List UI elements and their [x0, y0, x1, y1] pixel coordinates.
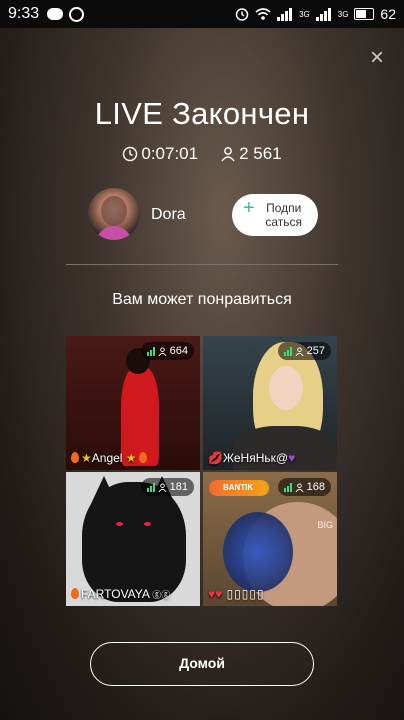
suggested-stream-card[interactable]: 664 ★Angel ★	[66, 336, 200, 470]
person-icon	[295, 482, 304, 492]
suggested-stream-card[interactable]: BANTIK BIG 168 ♥♥ ▯▯▯▯▯	[203, 472, 337, 606]
viewer-count: 181	[169, 481, 188, 493]
signal-icon	[283, 482, 292, 492]
subscribe-label: Подпи саться	[265, 201, 303, 229]
fire-icon	[138, 452, 147, 463]
signal-icon	[277, 7, 293, 21]
status-time: 9:33	[8, 5, 40, 22]
message-icon	[47, 8, 64, 20]
wifi-icon	[255, 7, 271, 20]
home-button[interactable]: Домой	[90, 642, 314, 686]
heart-icon: ♥	[288, 451, 296, 465]
battery-level: 62	[380, 6, 396, 22]
streamer-name: 💋ЖеНяНьк@♥	[208, 451, 296, 465]
heart-icon: ♥♥	[208, 587, 223, 601]
battery-icon	[354, 8, 375, 20]
host-name[interactable]: Dora	[151, 206, 186, 224]
plus-icon: +	[243, 197, 255, 219]
signal-icon	[146, 346, 155, 356]
signal-icon	[283, 346, 292, 356]
badge-icon: ⓖⓖ	[149, 590, 171, 600]
alarm-icon	[235, 8, 249, 21]
network-type-1: 3G	[299, 9, 310, 19]
streamer-name: ♥♥ ▯▯▯▯▯	[208, 587, 265, 601]
whatsapp-icon	[69, 6, 85, 22]
star-icon: ★	[122, 451, 137, 465]
suggested-stream-card[interactable]: 181 FARTOVAYA ⓖⓖ	[66, 472, 200, 606]
viewers-stat: 2 561	[220, 144, 282, 164]
viewer-count: 257	[306, 345, 325, 357]
viewer-count: 664	[169, 345, 188, 357]
network-type-2: 3G	[337, 9, 349, 19]
stream-ended-title: LIVE Закончен	[94, 96, 310, 131]
signal-icon	[146, 482, 155, 492]
subscribe-button[interactable]: + Подпи саться	[232, 194, 318, 236]
viewer-count-badge: 257	[277, 342, 331, 360]
bantik-banner: BANTIK	[209, 480, 269, 496]
close-icon[interactable]: ×	[366, 46, 388, 70]
lips-icon: 💋	[208, 451, 223, 465]
divider	[66, 264, 338, 265]
duration-value: 0:07:01	[141, 144, 199, 163]
viewer-count-badge: 664	[140, 342, 194, 360]
duration-stat: 0:07:01	[122, 144, 198, 164]
status-right: 3G 3G 62	[235, 6, 396, 22]
fire-icon	[71, 588, 79, 599]
person-icon	[158, 482, 167, 492]
viewer-count-badge: 181	[140, 478, 194, 496]
viewer-count-badge: 168	[277, 478, 331, 496]
star-icon: ★	[81, 451, 92, 465]
person-icon	[295, 346, 304, 356]
stream-stats: 0:07:01 2 561	[0, 144, 404, 164]
avatar[interactable]	[88, 188, 140, 240]
viewers-value: 2 561	[239, 144, 282, 163]
big-tag: BIG	[317, 520, 333, 530]
signal-icon-2	[315, 7, 331, 21]
suggestions-heading: Вам может понравиться	[112, 291, 292, 308]
clock-icon	[123, 146, 138, 162]
person-icon	[221, 147, 235, 162]
hidden-name-glyphs: ▯▯▯▯▯	[222, 587, 265, 601]
streamer-name: FARTOVAYA ⓖⓖ	[71, 587, 170, 601]
streamer-name: ★Angel ★	[71, 451, 149, 465]
fire-icon	[71, 452, 79, 463]
person-icon	[158, 346, 167, 356]
status-bar: 9:33 3G 3G 62	[0, 0, 404, 28]
suggested-stream-card[interactable]: 257 💋ЖеНяНьк@♥	[203, 336, 337, 470]
viewer-count: 168	[306, 481, 325, 493]
